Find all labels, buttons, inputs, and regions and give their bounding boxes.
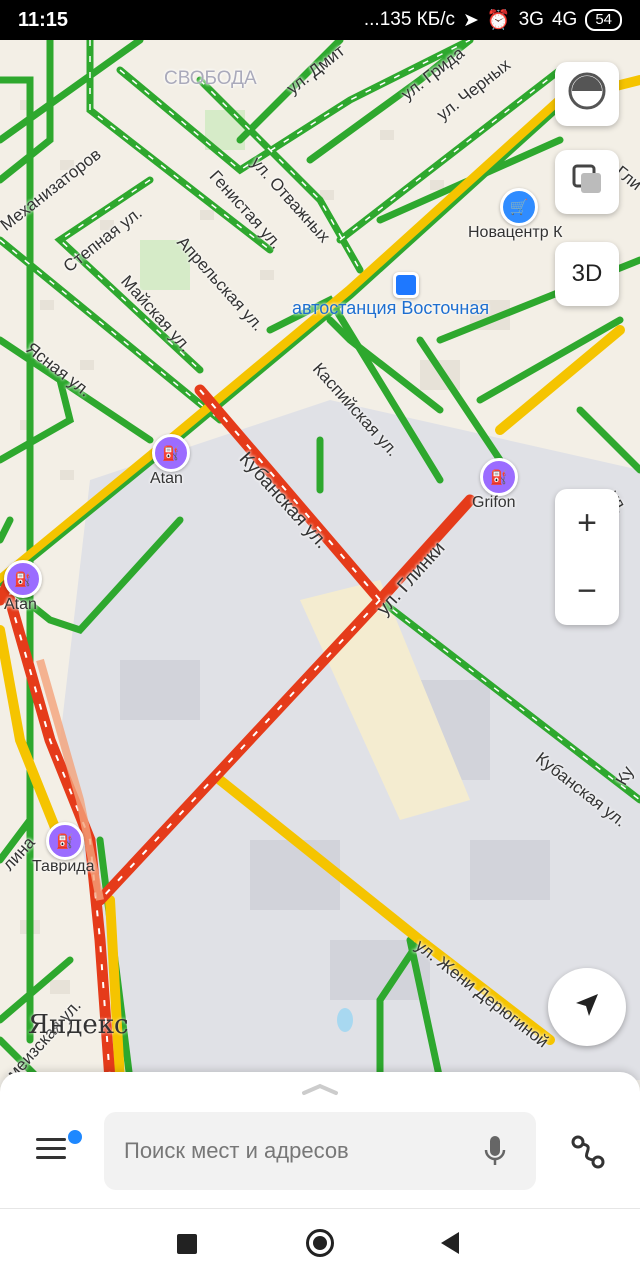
district-label: СВОБОДА xyxy=(164,68,257,89)
map-type-button[interactable] xyxy=(555,150,619,214)
search-placeholder: Поиск мест и адресов xyxy=(124,1138,349,1163)
poi-label-atan-1[interactable]: Atan xyxy=(150,470,183,488)
network-4g: 4G xyxy=(551,9,578,30)
microphone-icon[interactable] xyxy=(482,1134,508,1173)
locate-me-button[interactable] xyxy=(548,968,626,1046)
poi-label-avtostanciya[interactable]: автостанция Восточная xyxy=(292,298,489,319)
fuel-station-icon[interactable]: ⛽ xyxy=(46,822,84,860)
search-panel: Поиск мест и адресов xyxy=(0,1072,640,1208)
panel-drag-handle[interactable] xyxy=(300,1082,340,1096)
navigation-icon: ➤ xyxy=(463,9,479,31)
poi-label-atan-2[interactable]: Atan xyxy=(4,596,37,614)
fuel-station-icon[interactable]: ⛽ xyxy=(152,434,190,472)
alarm-icon: ⏰ xyxy=(486,10,511,31)
zoom-out-button[interactable]: − xyxy=(555,557,619,625)
map-canvas xyxy=(0,40,640,1080)
back-icon[interactable] xyxy=(441,1232,459,1254)
poi-label-tavrida[interactable]: Таврида xyxy=(32,858,95,876)
zoom-in-button[interactable]: + xyxy=(555,489,619,557)
system-nav-bar xyxy=(0,1208,640,1281)
network-speed: ...135 КБ/с xyxy=(363,9,455,30)
menu-icon-line xyxy=(36,1156,66,1159)
battery-indicator: 54 xyxy=(585,9,622,31)
zoom-controls: + − xyxy=(555,489,619,625)
fuel-station-icon[interactable]: ⛽ xyxy=(480,458,518,496)
poi-label-novacentr[interactable]: Новацентр К xyxy=(468,224,562,242)
menu-icon-line xyxy=(36,1147,66,1150)
map-view[interactable]: СВОБОДА ул. Дмит ул. Грида ул. Черных ул… xyxy=(0,40,640,1080)
location-arrow-icon xyxy=(572,990,602,1025)
search-input[interactable]: Поиск мест и адресов xyxy=(104,1112,536,1190)
shop-poi-icon[interactable]: 🛒 xyxy=(500,188,538,226)
route-button[interactable] xyxy=(568,1132,608,1172)
bus-station-icon[interactable] xyxy=(393,272,419,298)
map-type-icon xyxy=(570,162,604,203)
3d-button[interactable]: 3D xyxy=(555,242,619,306)
home-icon[interactable] xyxy=(306,1229,334,1257)
route-icon xyxy=(568,1135,608,1176)
menu-button[interactable] xyxy=(34,1128,84,1162)
yandex-logo: Яндекс xyxy=(28,1010,129,1040)
status-icons: ...135 КБ/с ➤ ⏰ 3G 4G 54 xyxy=(364,8,622,32)
fuel-station-icon[interactable]: ⛽ xyxy=(4,560,42,598)
notification-dot xyxy=(66,1128,84,1146)
network-3g: 3G xyxy=(518,9,544,30)
traffic-layers-button[interactable] xyxy=(555,62,619,126)
status-bar: 11:15 ...135 КБ/с ➤ ⏰ 3G 4G 54 xyxy=(0,0,640,40)
menu-icon-line xyxy=(36,1138,66,1141)
poi-label-grifon[interactable]: Grifon xyxy=(472,494,516,512)
status-time: 11:15 xyxy=(18,8,69,31)
recent-apps-icon[interactable] xyxy=(177,1234,197,1254)
traffic-layers-icon xyxy=(567,71,607,118)
